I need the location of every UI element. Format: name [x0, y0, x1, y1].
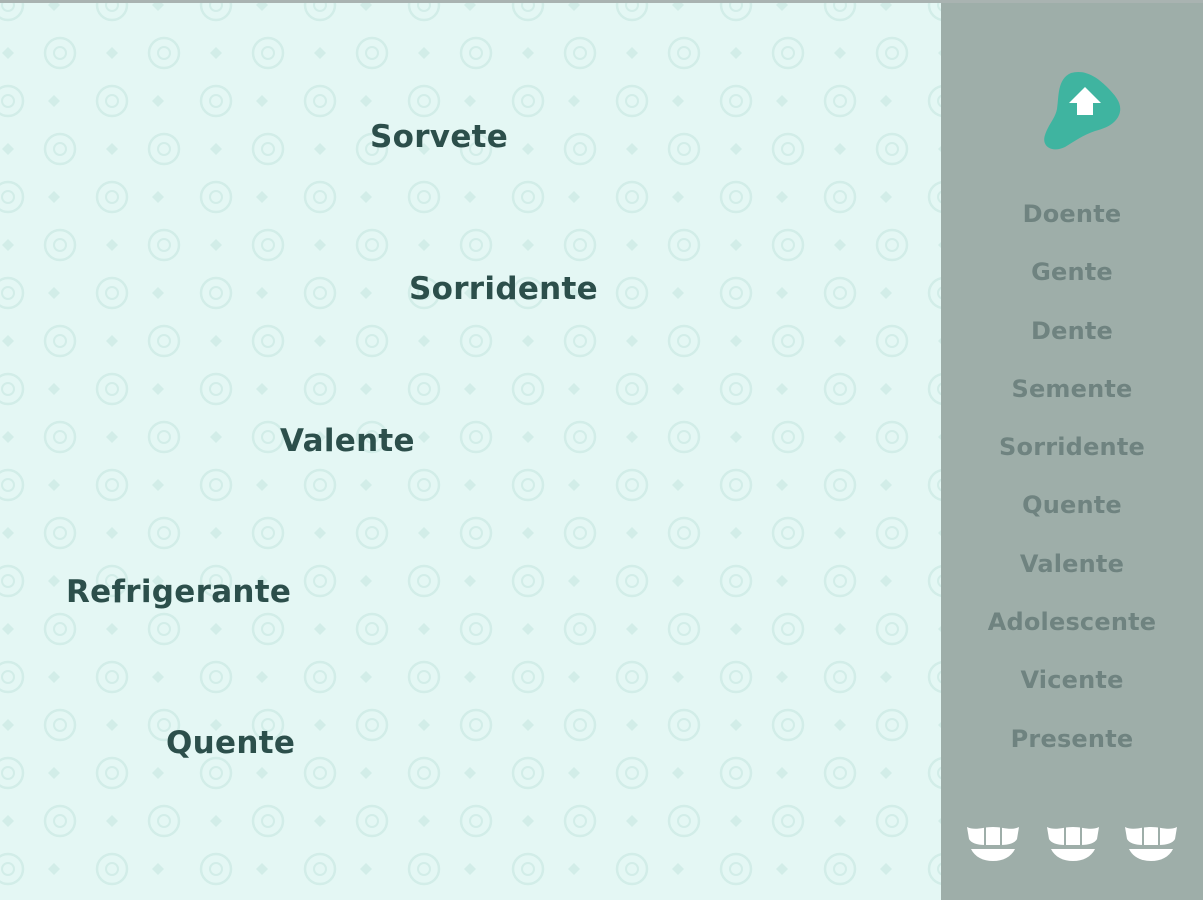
lives-indicator — [965, 823, 1191, 863]
word-list-item-semente[interactable]: Semente — [941, 372, 1203, 430]
word-list-item-adolescente[interactable]: Adolescente — [941, 605, 1203, 663]
falling-word-quente[interactable]: Quente — [166, 725, 295, 761]
sidebar: Doente Gente Dente Semente Sorridente Qu… — [941, 3, 1203, 900]
tooth-icon — [967, 827, 1019, 861]
home-button[interactable] — [1041, 67, 1125, 151]
word-list-item-vicente[interactable]: Vicente — [941, 663, 1203, 721]
word-list-item-presente[interactable]: Presente — [941, 722, 1203, 780]
play-area: Sorvete Sorridente Valente Refrigerante … — [0, 3, 941, 900]
home-arrow-icon — [1044, 71, 1121, 150]
word-list-item-sorridente[interactable]: Sorridente — [941, 430, 1203, 488]
falling-word-refrigerante[interactable]: Refrigerante — [66, 574, 291, 610]
word-list: Doente Gente Dente Semente Sorridente Qu… — [941, 197, 1203, 780]
tooth-icon — [1047, 827, 1099, 861]
word-list-item-dente[interactable]: Dente — [941, 314, 1203, 372]
falling-word-sorvete[interactable]: Sorvete — [370, 119, 508, 155]
tooth-icon — [1125, 827, 1177, 861]
word-list-item-doente[interactable]: Doente — [941, 197, 1203, 255]
word-list-item-gente[interactable]: Gente — [941, 255, 1203, 313]
falling-word-sorridente[interactable]: Sorridente — [409, 271, 598, 307]
word-list-item-quente[interactable]: Quente — [941, 488, 1203, 546]
word-list-item-valente[interactable]: Valente — [941, 547, 1203, 605]
falling-word-valente[interactable]: Valente — [280, 423, 415, 459]
